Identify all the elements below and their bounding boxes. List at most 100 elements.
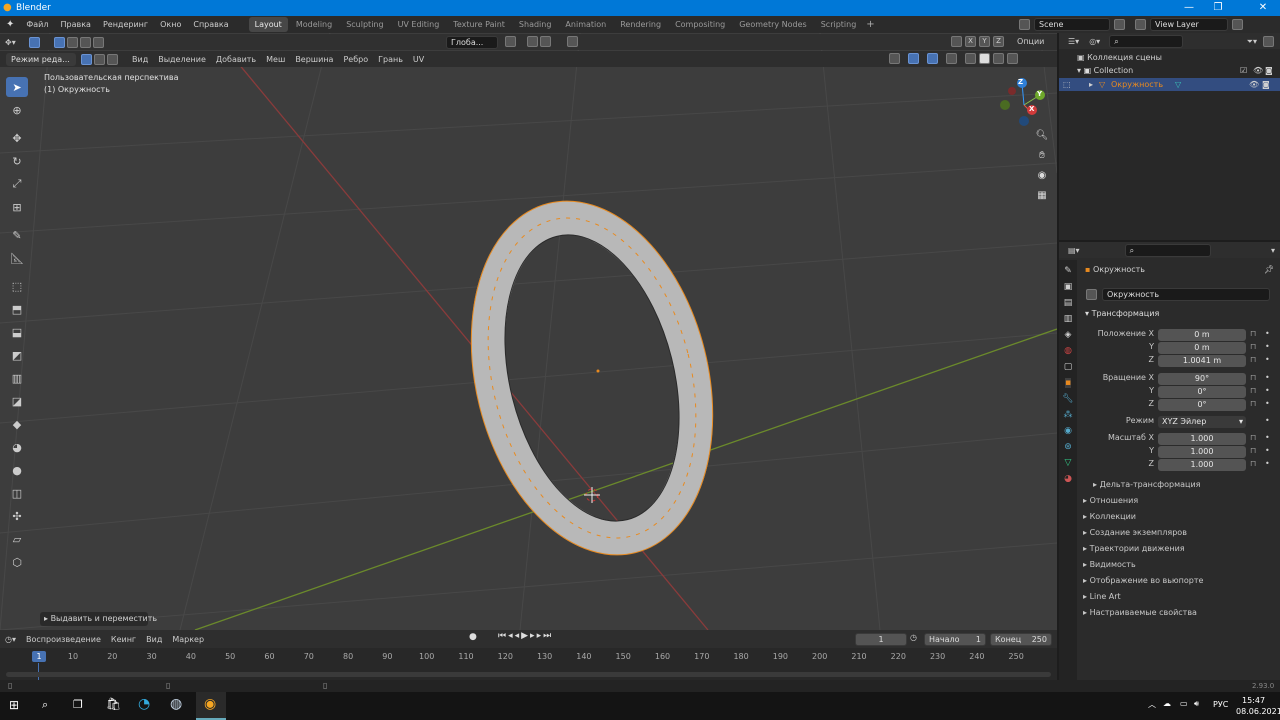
view-layer-tab-icon[interactable]: ▥ <box>1064 314 1073 324</box>
properties-editor-icon[interactable]: ▤▾ <box>1063 244 1085 257</box>
workspace-tab[interactable]: Rendering <box>614 17 667 32</box>
rotate-tool-icon[interactable]: ↻ <box>6 151 28 171</box>
visibility-icon[interactable] <box>889 53 900 64</box>
viewport-menu-item[interactable]: Выделение <box>153 53 211 66</box>
material-shading-icon[interactable] <box>993 53 1004 64</box>
workspace-tab[interactable]: Animation <box>559 17 612 32</box>
outliner-row-collection[interactable]: ▾ ▣ Collection ☑ 👁︎ ◙ <box>1077 66 1277 75</box>
keyframe-dot-icon[interactable]: • <box>1265 399 1270 408</box>
select-extend-icon[interactable] <box>66 36 78 48</box>
record-icon[interactable]: ● <box>469 632 477 642</box>
gizmo-toggle-icon[interactable] <box>908 53 919 64</box>
keyframe-dot-icon[interactable]: • <box>1265 329 1270 338</box>
workspace-tab[interactable]: Layout <box>248 17 288 32</box>
properties-options-icon[interactable]: ▾ <box>1266 244 1280 257</box>
view-layer-icon[interactable] <box>1135 19 1146 30</box>
volume-icon[interactable]: 🔊︎ <box>1194 699 1199 709</box>
shear-tool-icon[interactable]: ▱ <box>6 529 28 549</box>
mode-dropdown[interactable]: Режим реда... <box>6 52 76 66</box>
clock-time[interactable]: 15:47 <box>1242 696 1265 705</box>
lock-icon[interactable]: ⊓ <box>1250 399 1256 408</box>
vertex-select-icon[interactable] <box>81 53 92 65</box>
transform-tool-icon[interactable]: ⊞ <box>6 197 28 217</box>
outliner-row-object[interactable]: ⬚ ▸ ▽ Окружность ▽ 👁︎ ◙ <box>1059 78 1280 91</box>
workspace-tab[interactable]: Scripting <box>815 17 863 32</box>
lock-icon[interactable]: ⊓ <box>1250 373 1256 382</box>
keying-menu[interactable]: Кеинг <box>106 633 141 646</box>
store-icon[interactable]: 🛍︎ <box>106 697 121 711</box>
grid-view-icon[interactable]: ▦ <box>1034 190 1050 210</box>
playhead[interactable]: 1 <box>32 651 46 662</box>
edge-slide-tool-icon[interactable]: ◫ <box>6 483 28 503</box>
workspace-tab[interactable]: Geometry Nodes <box>733 17 812 32</box>
keyframe-dot-icon[interactable]: • <box>1265 433 1270 442</box>
maximize-button[interactable]: ❐ <box>1205 0 1231 16</box>
spin-tool-icon[interactable]: ◕ <box>6 437 28 457</box>
property-section[interactable]: ▸ Коллекции <box>1083 512 1136 521</box>
loop-cut-tool-icon[interactable]: ▥ <box>6 368 28 388</box>
snap-icon[interactable] <box>526 36 552 47</box>
checkbox-icon[interactable]: ☑ <box>1240 66 1247 75</box>
viewport-menu-item[interactable]: Ребро <box>338 53 373 66</box>
viewport-menu-item[interactable]: UV <box>408 53 429 66</box>
move-tool-icon[interactable]: ✥ <box>6 128 28 148</box>
render-tab-icon[interactable]: ▣ <box>1064 282 1073 292</box>
lock-icon[interactable]: ⊓ <box>1250 386 1256 395</box>
keyframe-dot-icon[interactable]: • <box>1265 355 1270 364</box>
tray-chevron-icon[interactable]: ︿ <box>1148 699 1156 710</box>
lock-icon[interactable]: ⊓ <box>1250 459 1256 468</box>
inset-tool-icon[interactable]: ⬓ <box>6 322 28 342</box>
filter-icon[interactable]: ⏷▾ <box>1242 35 1262 48</box>
lock-icon[interactable]: ⊓ <box>1250 446 1256 455</box>
search-icon[interactable]: ⌕ <box>42 698 48 712</box>
expand-arrow-icon[interactable]: ▸ <box>1089 78 1093 91</box>
property-section[interactable]: ▸ Line Art <box>1083 592 1121 601</box>
options-dropdown[interactable]: Опции <box>1012 35 1049 48</box>
add-cube-tool-icon[interactable]: ⬚ <box>6 276 28 296</box>
viewport-menu-item[interactable]: Грань <box>373 53 408 66</box>
keyframe-dot-icon[interactable]: • <box>1265 342 1270 351</box>
clock-icon[interactable]: ◷ <box>910 633 917 642</box>
end-frame-field[interactable]: Конец 250 <box>990 633 1052 646</box>
smooth-tool-icon[interactable]: ● <box>6 460 28 480</box>
outliner-editor-icon[interactable]: ☰▾ <box>1063 35 1084 48</box>
view-layer-field[interactable]: View Layer <box>1150 18 1228 31</box>
property-section[interactable]: ▸ Траектории движения <box>1083 544 1185 553</box>
rip-tool-icon[interactable]: ⬡ <box>6 552 28 572</box>
pan-hand-icon[interactable]: ✋︎ <box>1034 150 1050 170</box>
select-subtract-icon[interactable] <box>79 36 91 48</box>
windows-start-icon[interactable]: ⊞ <box>9 698 19 712</box>
delta-transform-subpanel[interactable]: ▸ Дельта-трансформация <box>1093 480 1201 489</box>
menu-item[interactable]: Файл <box>20 20 54 29</box>
viewport-menu-item[interactable]: Добавить <box>211 53 261 66</box>
menu-item[interactable]: Окно <box>154 20 187 29</box>
select-new-icon[interactable] <box>53 36 65 48</box>
mirror-z-toggle[interactable]: Z <box>993 36 1004 47</box>
object-data-icon[interactable] <box>1086 289 1097 300</box>
workspace-tab[interactable]: Texture Paint <box>447 17 511 32</box>
timeline-editor-icon[interactable]: ◷▾ <box>0 633 21 646</box>
knife-tool-icon[interactable]: ◪ <box>6 391 28 411</box>
keyframe-dot-icon[interactable]: • <box>1265 416 1270 425</box>
eye-icon[interactable]: 👁︎ <box>1249 78 1259 91</box>
network-icon[interactable]: ▭ <box>1180 699 1188 708</box>
tool-tab-icon[interactable]: ✎ <box>1064 266 1072 276</box>
lock-icon[interactable]: ⊓ <box>1250 329 1256 338</box>
keyframe-dot-icon[interactable]: • <box>1265 386 1270 395</box>
3d-viewport[interactable]: Z Y X ✥▾ Глоба... X Y Z Опции Режим реда… <box>0 33 1057 630</box>
viewport-menu-item[interactable]: Вершина <box>290 53 338 66</box>
scene-field[interactable]: Scene <box>1034 18 1110 31</box>
property-section[interactable]: ▸ Настраиваемые свойства <box>1083 608 1197 617</box>
blender-menu-icon[interactable]: ✦ <box>6 19 14 30</box>
property-section[interactable]: ▸ Отображение во вьюпорте <box>1083 576 1203 585</box>
eye-icon[interactable]: 👁︎ <box>1253 66 1263 75</box>
location-x-field[interactable]: 0 m <box>1158 329 1246 341</box>
proportional-icon[interactable] <box>566 36 579 47</box>
mirror-y-toggle[interactable]: Y <box>979 36 990 47</box>
output-tab-icon[interactable]: ▤ <box>1064 298 1073 308</box>
mirror-x-toggle[interactable]: X <box>965 36 976 47</box>
workspace-tab[interactable]: Compositing <box>669 17 731 32</box>
keyframe-dot-icon[interactable]: • <box>1265 459 1270 468</box>
rendered-shading-icon[interactable] <box>1007 53 1018 64</box>
last-operator-panel[interactable]: ▸ Выдавить и переместить <box>40 612 157 626</box>
